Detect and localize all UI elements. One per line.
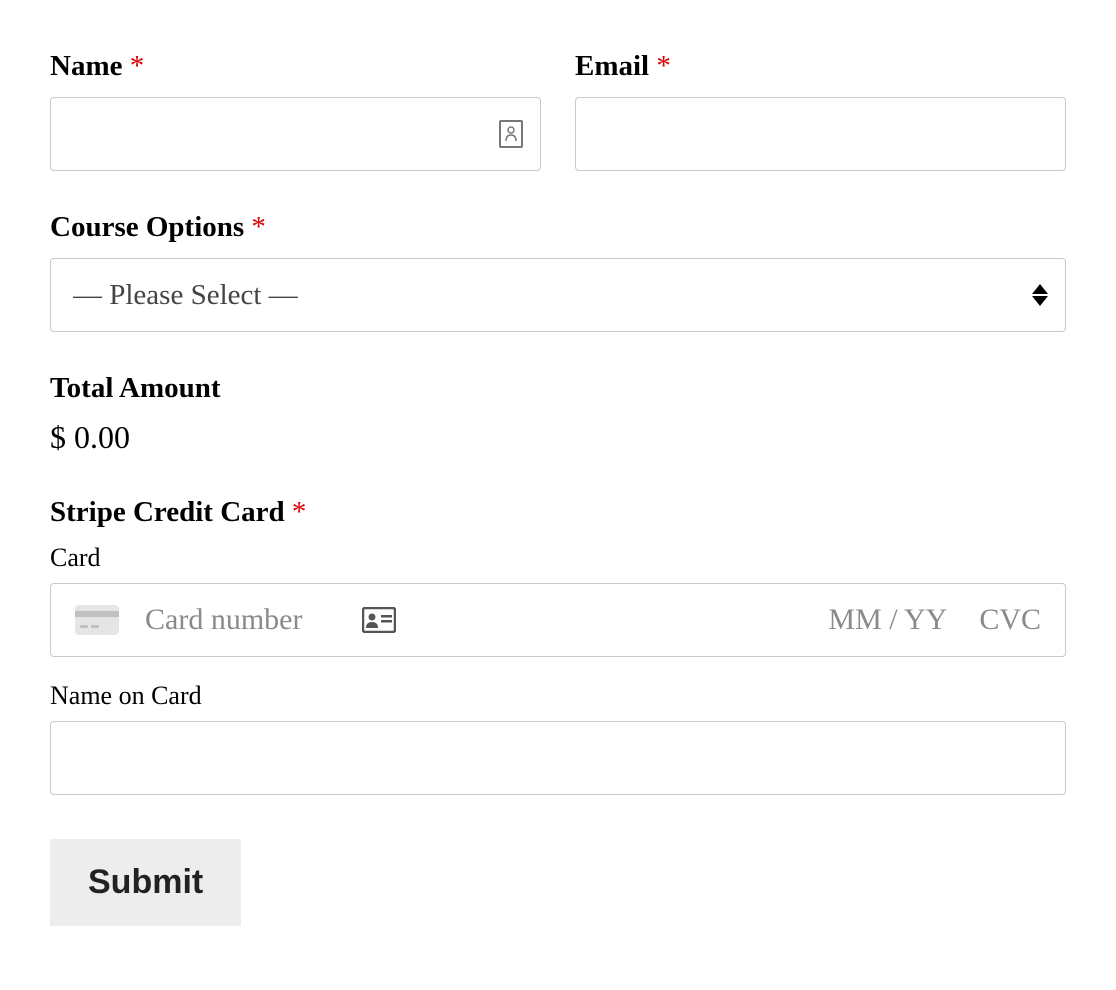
required-asterisk: * [656,50,671,82]
required-asterisk: * [130,50,145,82]
id-card-icon [362,607,396,633]
name-input[interactable] [50,97,541,171]
credit-card-icon [75,605,119,635]
submit-button[interactable]: Submit [50,839,241,926]
email-label: Email * [575,50,1066,83]
email-label-text: Email [575,50,649,82]
card-input-row[interactable]: Card number MM / YY CVC [50,583,1066,657]
total-amount-label: Total Amount [50,372,1066,405]
course-options-select[interactable]: — Please Select — [50,258,1066,332]
card-sublabel: Card [50,543,1066,573]
name-on-card-input[interactable] [50,721,1066,795]
course-options-label-text: Course Options [50,211,244,243]
name-on-card-label: Name on Card [50,681,1066,711]
stripe-label-text: Stripe Credit Card [50,496,285,528]
payment-form: Name * Email * Course Opti [50,50,1066,926]
card-cvc-placeholder: CVC [979,603,1041,637]
course-options-label: Course Options * [50,211,1066,244]
card-number-placeholder: Card number [145,603,302,637]
email-input[interactable] [575,97,1066,171]
stripe-label: Stripe Credit Card * [50,496,1066,529]
total-amount-value: $ 0.00 [50,419,1066,456]
required-asterisk: * [251,211,266,243]
card-expiry-placeholder: MM / YY [828,603,947,637]
required-asterisk: * [292,496,307,528]
name-label-text: Name [50,50,122,82]
contact-autofill-icon[interactable] [499,120,523,148]
name-label: Name * [50,50,541,83]
